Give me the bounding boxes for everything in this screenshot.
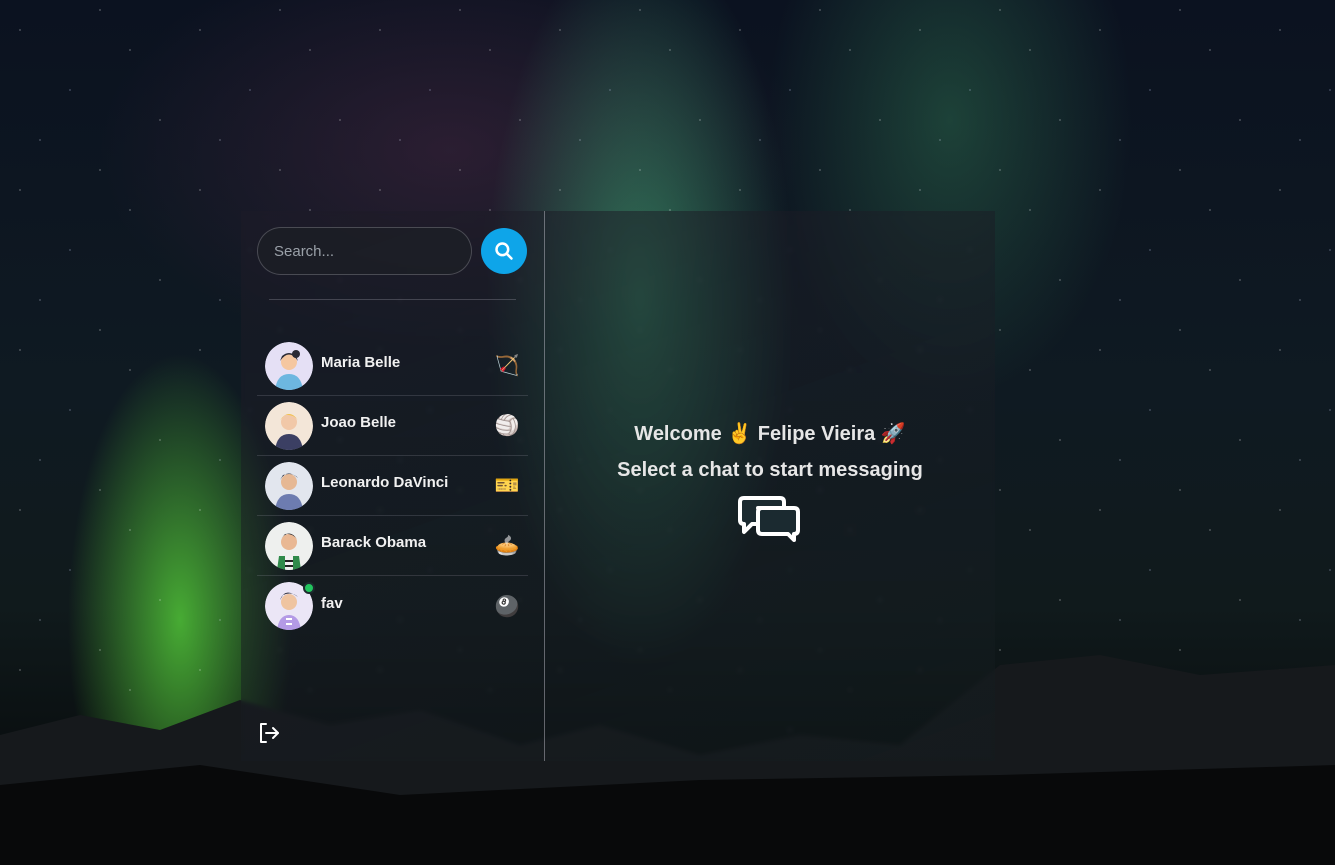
avatar [265, 582, 315, 630]
search-input[interactable] [257, 227, 472, 275]
8-ball-icon: 🎱 [494, 595, 520, 618]
bow-and-arrow-icon: 🏹 [494, 355, 520, 377]
welcome-subtitle: Select a chat to start messaging [617, 459, 923, 481]
avatar [265, 401, 313, 450]
welcome-message: Welcome ✌️ Felipe Vieira 🚀 [634, 423, 906, 445]
contact-item[interactable]: fav 🎱 [257, 576, 528, 636]
contact-item[interactable]: Barack Obama 🥧 [257, 516, 528, 576]
contact-item[interactable]: Joao Belle 🏐 [257, 396, 528, 456]
online-status-indicator [303, 582, 315, 594]
avatar [265, 341, 313, 390]
volleyball-icon: 🏐 [494, 415, 520, 437]
ticket-icon: 🎫 [494, 475, 520, 497]
divider [269, 299, 516, 300]
avatar [265, 521, 313, 570]
search-button[interactable] [481, 228, 527, 274]
contact-name: Barack Obama [321, 534, 427, 551]
avatar [265, 461, 313, 510]
contact-name: Maria Belle [321, 354, 401, 371]
chat-main-area: Welcome ✌️ Felipe Vieira 🚀 Select a chat… [545, 211, 995, 761]
contact-item[interactable]: Maria Belle 🏹 [257, 336, 528, 396]
contact-item[interactable]: Leonardo DaVinci 🎫 [257, 456, 528, 516]
contact-name: fav [321, 594, 343, 612]
chat-app-panel: Maria Belle 🏹 Joao Belle 🏐 Leonardo DaVi… [241, 211, 995, 761]
search-icon [495, 242, 513, 260]
contact-name: Joao Belle [321, 414, 397, 431]
logout-button[interactable] [257, 721, 281, 745]
pie-icon: 🥧 [494, 535, 520, 557]
logout-icon [260, 723, 279, 743]
search-bar [257, 227, 528, 275]
contact-list: Maria Belle 🏹 Joao Belle 🏐 Leonardo DaVi… [257, 336, 528, 636]
chat-bubbles-icon [738, 496, 800, 542]
contact-name: Leonardo DaVinci [321, 474, 449, 491]
sidebar: Maria Belle 🏹 Joao Belle 🏐 Leonardo DaVi… [241, 211, 545, 761]
